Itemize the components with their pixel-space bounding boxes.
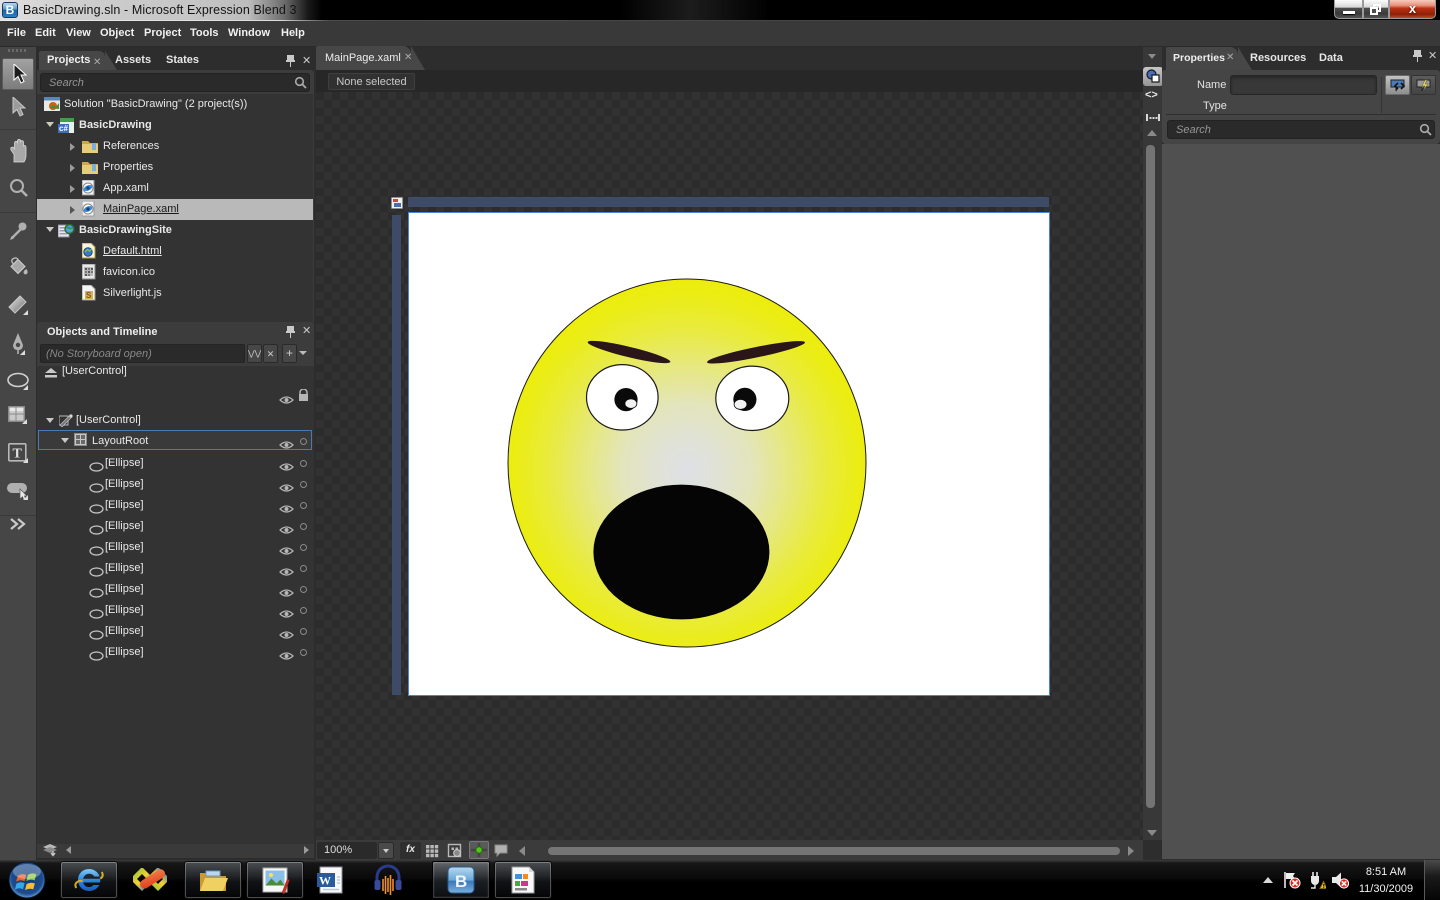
- svg-text:c#: c#: [59, 124, 68, 133]
- svg-text:B: B: [455, 872, 467, 891]
- svg-text:W: W: [319, 874, 331, 888]
- svg-text:S: S: [86, 291, 92, 300]
- svg-text:T: T: [13, 447, 23, 462]
